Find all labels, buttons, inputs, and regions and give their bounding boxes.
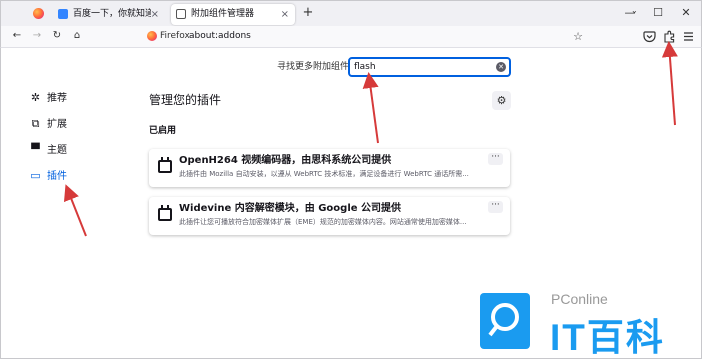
tab-close-button[interactable]: × — [281, 4, 289, 25]
plugin-name: Widevine 内容解密模块，由 Google 公司提供 — [179, 203, 402, 214]
identity-label: Firefox — [160, 31, 190, 41]
tab-title: 附加组件管理器 — [191, 9, 255, 19]
search-value: flash — [354, 62, 376, 72]
tab-title: 百度一下，你就知道 — [73, 9, 151, 19]
firefox-identity-icon — [147, 31, 157, 41]
plugin-card-widevine[interactable]: Widevine 内容解密模块，由 Google 公司提供 此插件让您可播放符合… — [149, 197, 510, 235]
plugin-description: 此插件让您可播放符合加密媒体扩展（EME）规范的加密媒体内容。网站通常使用加密媒… — [179, 218, 467, 226]
plugin-name: OpenH264 视频编码器，由思科系统公司提供 — [179, 155, 392, 166]
menu-icon[interactable] — [683, 31, 694, 42]
home-button[interactable]: ⌂ — [69, 28, 85, 44]
page-title: 管理您的插件 — [149, 93, 222, 107]
watermark: PConline IT百科 — [480, 283, 663, 358]
sidebar-item-themes[interactable]: ▀ 主题 — [29, 142, 67, 158]
sidebar-item-label: 扩展 — [47, 119, 67, 130]
clear-search-icon[interactable]: ✕ — [496, 62, 506, 72]
more-options-button[interactable]: ··· — [488, 201, 503, 213]
baidu-favicon-icon — [58, 9, 68, 19]
more-options-button[interactable]: ··· — [488, 153, 503, 165]
section-heading-enabled: 已启用 — [149, 126, 177, 136]
sidebar-item-recommendations[interactable]: ✲ 推荐 — [29, 90, 67, 106]
reload-button[interactable]: ↻ — [49, 28, 65, 44]
magnifier-logo-icon — [488, 303, 519, 337]
tab-strip: 百度一下，你就知道 × 附加组件管理器 × + ⌄ — ☐ ✕ — [0, 0, 702, 26]
back-button[interactable]: ← — [9, 28, 25, 44]
nav-bar: ← → ↻ ⌂ Firefox about:addons ☆ — [0, 26, 702, 48]
firefox-logo-icon — [33, 8, 44, 19]
watermark-brand: PConline — [551, 291, 608, 307]
paintbrush-icon: ▀ — [31, 143, 40, 156]
window-controls: — ☐ ✕ — [623, 5, 693, 21]
url-bar[interactable]: Firefox about:addons ☆ — [139, 27, 591, 46]
url-text[interactable]: about:addons — [189, 27, 251, 46]
plugin-icon — [158, 205, 172, 221]
plugin-icon — [158, 157, 172, 173]
sidebar-item-label: 插件 — [47, 171, 67, 182]
puzzle-icon: ⧉ — [31, 117, 40, 130]
extensions-icon[interactable] — [663, 30, 676, 43]
plugin-icon: ▭ — [30, 169, 41, 182]
addons-search-input[interactable]: flash ✕ — [348, 57, 511, 77]
new-tab-button[interactable]: + — [299, 4, 317, 22]
sparkle-icon: ✲ — [30, 91, 41, 104]
tab-close-button[interactable]: × — [151, 4, 159, 25]
bookmark-star-icon[interactable]: ☆ — [573, 27, 583, 46]
close-window-button[interactable]: ✕ — [679, 5, 693, 21]
sidebar-item-extensions[interactable]: ⧉ 扩展 — [29, 116, 67, 132]
pocket-icon[interactable] — [643, 30, 656, 43]
forward-button[interactable]: → — [29, 28, 45, 44]
tab-baidu[interactable]: 百度一下，你就知道 × — [53, 4, 165, 25]
sidebar-item-label: 主题 — [47, 145, 67, 156]
plugin-card-openh264[interactable]: OpenH264 视频编码器，由思科系统公司提供 此插件由 Mozilla 自动… — [149, 149, 510, 187]
minimize-button[interactable]: — — [623, 5, 637, 21]
tab-addons-manager[interactable]: 附加组件管理器 × — [171, 4, 295, 25]
watermark-name: IT百科 — [550, 317, 665, 358]
sidebar-item-label: 推荐 — [47, 93, 67, 104]
maximize-button[interactable]: ☐ — [651, 5, 665, 21]
pconline-logo — [480, 293, 530, 349]
gear-icon[interactable]: ⚙ — [492, 91, 511, 110]
plugin-description: 此插件由 Mozilla 自动安装，以遵从 WebRTC 技术标准，满足设备进行… — [179, 170, 469, 178]
puzzle-favicon-icon — [176, 9, 186, 19]
sidebar-item-plugins[interactable]: ▭ 插件 — [29, 168, 67, 184]
search-label: 寻找更多附加组件 — [277, 62, 350, 72]
